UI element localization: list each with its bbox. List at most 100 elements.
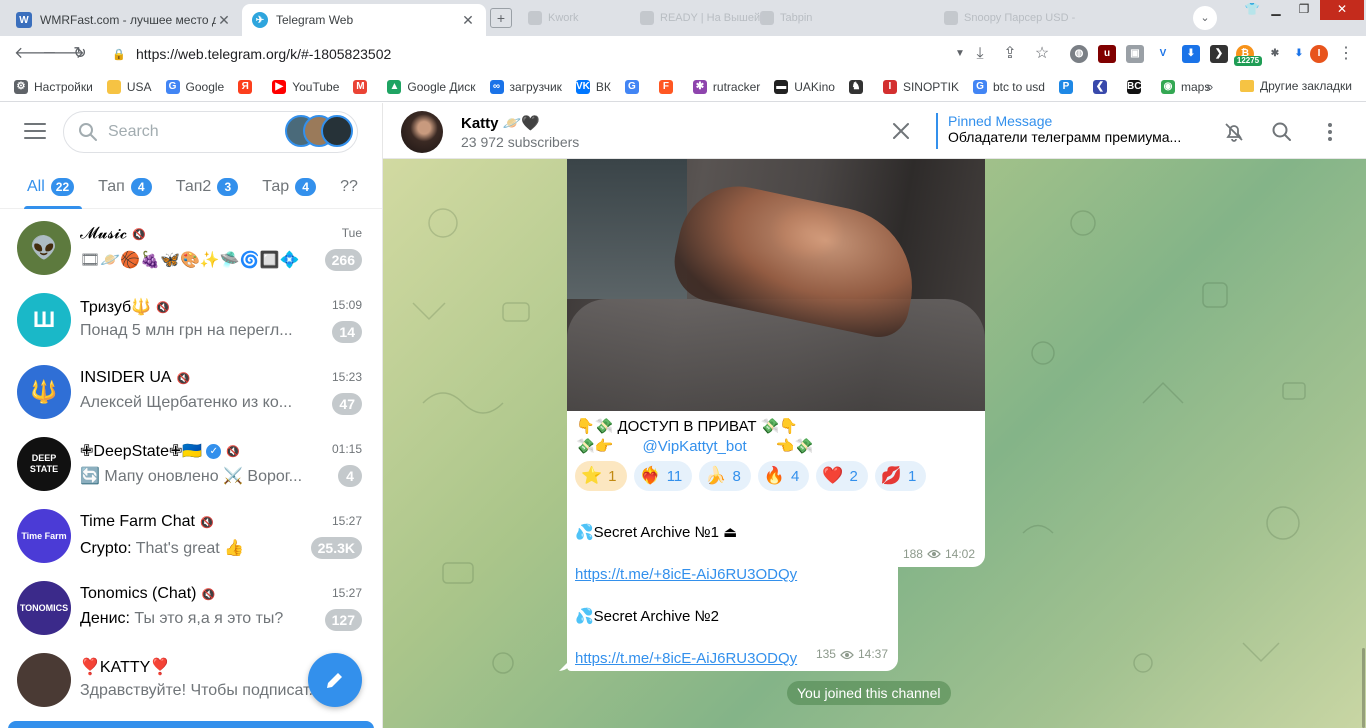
search-icon[interactable] bbox=[1271, 121, 1293, 143]
chat-list-item[interactable]: DEEP STATE ✙DeepState✙🇺🇦 ✓ 🔇 01:15 🔄 Мапу оно… bbox=[0, 427, 382, 499]
briefcase-extension-icon[interactable]: ▣ bbox=[1126, 45, 1144, 63]
search-input[interactable]: Search bbox=[63, 111, 358, 153]
reaction-chip[interactable]: ❤️‍🔥 11 bbox=[633, 461, 693, 491]
sidebar-bottom-banner[interactable] bbox=[8, 721, 374, 728]
reload-icon[interactable]: ↻ bbox=[70, 44, 90, 64]
folder-tab[interactable]: ?? bbox=[340, 178, 358, 196]
restore-icon[interactable]: ❐ bbox=[1290, 0, 1318, 20]
reaction-chip[interactable]: 🔥 4 bbox=[757, 461, 810, 491]
forward-arrow-icon[interactable]: 🡒 bbox=[42, 44, 85, 64]
browser-menu-icon[interactable]: ⋮ bbox=[1336, 44, 1356, 64]
tab-wmrfast[interactable]: W WMRFast.com - лучшее место для ✕ bbox=[6, 4, 242, 36]
chat-avatar[interactable]: DEEP STATE bbox=[17, 437, 71, 491]
new-tab-button[interactable]: + bbox=[490, 8, 512, 28]
bookmark-item[interactable]: Я bbox=[238, 79, 258, 94]
archive-link[interactable]: https://t.me/+8icE-AiJ6RU3ODQy bbox=[575, 650, 797, 667]
bookmark-item[interactable]: I SINOPTIK bbox=[882, 79, 959, 94]
bookmark-item[interactable]: ✱ rutracker bbox=[692, 79, 760, 94]
more-options-icon[interactable] bbox=[1319, 121, 1341, 143]
bookmark-item[interactable]: BC bbox=[1126, 79, 1147, 94]
chat-avatar[interactable] bbox=[17, 653, 71, 707]
folder-tab[interactable]: Тап 4 bbox=[98, 177, 152, 196]
folder-tab[interactable]: All 22 bbox=[27, 177, 75, 196]
bookmark-item[interactable]: ▲ Google Диск bbox=[387, 79, 476, 94]
new-message-button[interactable] bbox=[308, 653, 362, 707]
chat-list-item[interactable]: 🔱 INSIDER UA 🔇 15:23 Алексей Щербатенко из к… bbox=[0, 355, 382, 427]
reaction-chip[interactable]: ⭐ 1 bbox=[575, 461, 627, 491]
chat-list-item[interactable]: 👽 𝓜𝓾𝓼𝓲𝓬 🔇 Tue 🎞🪐🏀🍇🦋🎨✨🛸🌀🔲💠 266 bbox=[0, 211, 382, 283]
channel-avatar[interactable] bbox=[401, 111, 443, 153]
tab-search-chevron-icon[interactable]: ⌄ bbox=[1193, 6, 1217, 30]
chat-list-item[interactable]: Time Farm Time Farm Chat 🔇 15:27 Crypto: Tha… bbox=[0, 499, 382, 571]
bookmark-item[interactable]: ∞ загрузчик bbox=[489, 79, 562, 94]
bookmark-item[interactable]: ◉ maps bbox=[1160, 79, 1210, 94]
hamburger-menu-icon[interactable] bbox=[24, 123, 46, 141]
bookmark-item[interactable]: ⚙ Настройки bbox=[14, 79, 93, 94]
bookmark-item[interactable]: G Google bbox=[165, 79, 224, 94]
other-bookmarks-folder[interactable]: Другие закладки bbox=[1240, 79, 1352, 93]
bookmark-item[interactable]: G bbox=[624, 79, 645, 94]
background-tab[interactable]: READY | На Вышей bbox=[640, 10, 760, 26]
chat-list-item[interactable]: Ш Тризуб🔱 🔇 15:09 Понад 5 млн грн на перегл.… bbox=[0, 283, 382, 355]
chat-scrollbar[interactable] bbox=[1362, 648, 1365, 728]
bookmark-item[interactable]: ♞ bbox=[848, 79, 869, 94]
globe-extension-icon[interactable]: ◍ bbox=[1070, 45, 1088, 63]
chat-header[interactable]: Katty 🪐🖤 23 972 subscribers Pinned Messa… bbox=[383, 103, 1366, 159]
install-app-icon[interactable]: ⤓ bbox=[970, 44, 990, 64]
reaction-chip[interactable]: 💋 1 bbox=[874, 461, 927, 491]
chat-avatar[interactable]: Ш bbox=[17, 293, 71, 347]
background-tab[interactable]: Snoopy Парсер USD - bbox=[944, 10, 1075, 26]
pinned-message[interactable]: Pinned Message Обладатели телеграмм прем… bbox=[936, 113, 1186, 149]
chat-time: 15:27 bbox=[331, 586, 362, 600]
bookmark-item[interactable]: VK ВК bbox=[575, 79, 611, 94]
share-icon[interactable]: ⇪ bbox=[1000, 44, 1020, 64]
window-close-icon[interactable]: ✕ bbox=[1320, 0, 1364, 20]
tab-close-icon[interactable]: ✕ bbox=[460, 12, 476, 29]
bookmark-star-icon[interactable]: ☆ bbox=[1032, 44, 1052, 64]
chat-avatar[interactable]: Time Farm bbox=[17, 509, 71, 563]
vpn-extension-icon[interactable]: V bbox=[1154, 45, 1172, 63]
download-extension-icon[interactable]: ⬇ bbox=[1182, 45, 1200, 63]
bookmark-item[interactable]: P bbox=[1058, 79, 1079, 94]
background-tab[interactable]: Tabpin bbox=[760, 10, 812, 26]
terminal-extension-icon[interactable]: ❯ bbox=[1210, 45, 1228, 63]
back-arrow-icon[interactable]: 🡐 bbox=[14, 44, 57, 64]
bookmark-item[interactable]: F bbox=[658, 79, 679, 94]
chat-avatar[interactable]: 👽 bbox=[17, 221, 71, 275]
mute-bell-icon[interactable] bbox=[1223, 121, 1245, 143]
photo-message[interactable]: 👇💸 ДОСТУП В ПРИВАТ 💸👇 💸👉 @VipKattyt_bot … bbox=[567, 159, 985, 567]
close-pinned-icon[interactable] bbox=[891, 121, 911, 141]
chat-list-item[interactable]: TONOMICS Tonomics (Chat) 🔇 15:27 Денис: Ты э… bbox=[0, 571, 382, 643]
bookmark-item[interactable]: Gbtc to usd bbox=[972, 79, 1045, 94]
ublock-extension-icon[interactable]: u bbox=[1098, 45, 1116, 63]
downloads-icon[interactable]: ⬇ bbox=[1290, 45, 1308, 63]
archive-message[interactable]: 💦Secret Archive №1 ⏏ https://t.me/+8icE-… bbox=[567, 517, 898, 671]
bookmarks-overflow-icon[interactable]: » bbox=[1206, 79, 1213, 94]
story-avatar[interactable] bbox=[321, 115, 353, 147]
bookmark-item[interactable]: ❮ bbox=[1092, 79, 1113, 94]
bot-mention-link[interactable]: @VipKattyt_bot bbox=[643, 438, 747, 455]
reaction-chip[interactable]: 🍌 8 bbox=[699, 461, 751, 491]
chat-name: Тризуб🔱 🔇 bbox=[80, 297, 170, 317]
unread-badge: 4 bbox=[338, 465, 362, 487]
chat-avatar[interactable]: TONOMICS bbox=[17, 581, 71, 635]
folder-tab[interactable]: Тап2 3 bbox=[176, 177, 239, 196]
tab-close-icon[interactable]: ✕ bbox=[216, 12, 232, 29]
minimize-icon[interactable]: ▁ bbox=[1262, 0, 1290, 20]
stories-row[interactable] bbox=[285, 115, 353, 147]
bookmark-item[interactable]: M bbox=[353, 79, 373, 94]
dropdown-arrow-icon[interactable]: ▼ bbox=[950, 44, 970, 64]
profile-avatar[interactable]: I bbox=[1310, 45, 1328, 63]
bookmark-item[interactable]: ▶ YouTube bbox=[272, 79, 339, 94]
folder-tab[interactable]: Тар 4 bbox=[262, 177, 317, 196]
tab-telegram-web[interactable]: ✈ Telegram Web ✕ bbox=[242, 4, 486, 36]
puzzle-extensions-icon[interactable]: ✱ bbox=[1266, 45, 1284, 63]
url-bar[interactable]: 🔒 https://web.telegram.org/k/#-180582350… bbox=[104, 41, 972, 67]
archive-link[interactable]: https://t.me/+8icE-AiJ6RU3ODQy bbox=[575, 566, 797, 583]
chat-avatar[interactable]: 🔱 bbox=[17, 365, 71, 419]
reaction-chip[interactable]: ❤️ 2 bbox=[816, 461, 868, 491]
background-tab[interactable]: Kwork bbox=[528, 10, 579, 26]
bookmark-item[interactable]: USA bbox=[106, 79, 152, 94]
bookmark-item[interactable]: ▬ UAKino bbox=[774, 79, 835, 94]
message-photo[interactable] bbox=[567, 159, 985, 411]
